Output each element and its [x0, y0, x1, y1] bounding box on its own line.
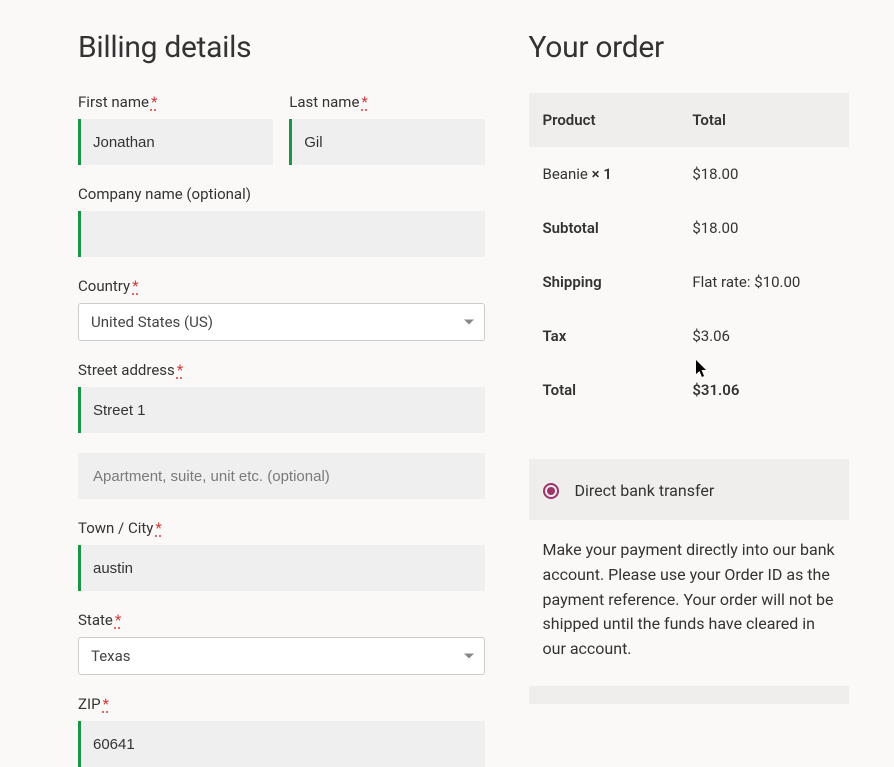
apartment-input[interactable] [78, 453, 485, 499]
required-mark: * [115, 611, 121, 629]
city-label: Town / City* [78, 519, 485, 537]
state-label: State* [78, 611, 485, 629]
total-label: Total [543, 381, 693, 399]
order-heading: Your order [529, 30, 850, 65]
tax-value: $3.06 [692, 327, 835, 345]
country-selected: United States (US) [91, 313, 213, 331]
order-item-row: Beanie × 1 $18.00 [529, 147, 850, 201]
country-label: Country* [78, 277, 485, 295]
shipping-value: Flat rate: $10.00 [692, 273, 835, 291]
required-mark: * [177, 361, 183, 379]
street-label: Street address* [78, 361, 485, 379]
zip-label: ZIP* [78, 695, 485, 713]
product-column-header: Product [543, 111, 693, 129]
required-mark: * [361, 93, 367, 111]
last-name-input[interactable] [289, 119, 484, 165]
required-mark: * [103, 695, 109, 713]
caret-down-icon [464, 654, 474, 659]
subtotal-label: Subtotal [543, 219, 693, 237]
subtotal-row: Subtotal $18.00 [529, 201, 850, 255]
required-mark: * [155, 519, 161, 537]
state-selected: Texas [91, 647, 131, 665]
total-row: Total $31.06 [529, 363, 850, 417]
subtotal-value: $18.00 [692, 219, 835, 237]
billing-heading: Billing details [78, 30, 485, 65]
caret-down-icon [464, 320, 474, 325]
company-label: Company name (optional) [78, 185, 485, 203]
total-value: $31.06 [692, 381, 835, 399]
tax-row: Tax $3.06 [529, 309, 850, 363]
required-mark: * [132, 277, 138, 295]
shipping-label: Shipping [543, 273, 693, 291]
tax-label: Tax [543, 327, 693, 345]
order-table-header: Product Total [529, 93, 850, 147]
shipping-row: Shipping Flat rate: $10.00 [529, 255, 850, 309]
item-total: $18.00 [692, 165, 835, 183]
city-input[interactable] [78, 545, 485, 591]
payment-option-label: Direct bank transfer [575, 481, 715, 500]
payment-description: Make your payment directly into our bank… [529, 520, 850, 662]
first-name-input[interactable] [78, 119, 273, 165]
country-select[interactable]: United States (US) [78, 303, 485, 341]
payment-option-direct-bank[interactable]: Direct bank transfer [529, 459, 850, 520]
radio-selected-icon [543, 483, 559, 499]
first-name-label: First name* [78, 93, 273, 111]
company-input[interactable] [78, 211, 485, 257]
last-name-label: Last name* [289, 93, 484, 111]
payment-option-next[interactable] [529, 686, 850, 704]
zip-input[interactable] [78, 721, 485, 767]
required-mark: * [151, 93, 157, 111]
total-column-header: Total [692, 111, 835, 129]
item-name: Beanie [543, 165, 592, 183]
street-address-input[interactable] [78, 387, 485, 433]
state-select[interactable]: Texas [78, 637, 485, 675]
item-qty: × 1 [592, 165, 612, 183]
order-table: Product Total Beanie × 1 $18.00 Subtotal… [529, 93, 850, 417]
